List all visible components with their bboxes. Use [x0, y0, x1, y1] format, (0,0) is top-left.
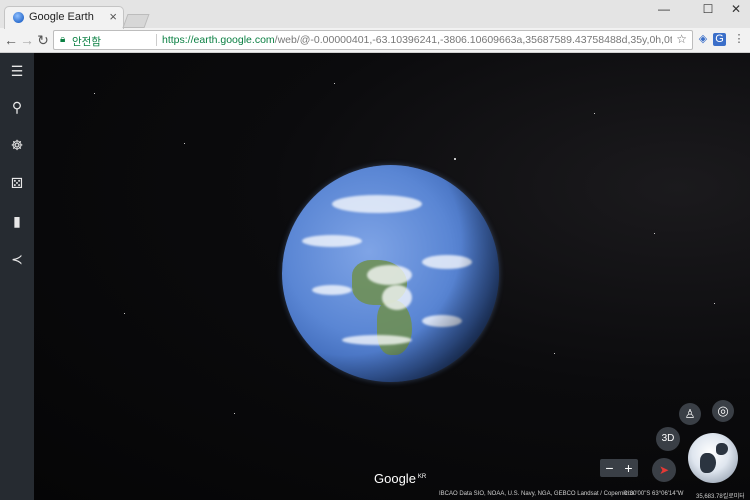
voyager-icon[interactable]: ☸: [4, 132, 30, 158]
star: [234, 413, 235, 414]
tab-close-icon[interactable]: ×: [109, 9, 117, 24]
star: [654, 233, 655, 234]
google-logo-text: Google: [374, 471, 416, 486]
projects-bookmark-icon[interactable]: ▮: [4, 208, 30, 234]
google-logo: Google KR: [374, 471, 426, 486]
reload-icon[interactable]: ↻: [34, 31, 52, 49]
pegman-icon[interactable]: ♙: [679, 403, 701, 425]
tab-title: Google Earth: [29, 11, 94, 23]
star: [334, 83, 335, 84]
tab-google-earth[interactable]: Google Earth ×: [4, 6, 124, 29]
minimap-globe[interactable]: [688, 433, 738, 483]
star: [94, 93, 95, 94]
star: [124, 313, 125, 314]
attribution-text[interactable]: IBCAO Data SIO, NOAA, U.S. Navy, NGA, GE…: [439, 491, 634, 497]
my-location-icon[interactable]: ◎: [712, 400, 734, 422]
toolbar: ← → ↻ 🔒︎ 안전함 https://earth.google.com/we…: [0, 28, 750, 52]
star: [714, 303, 715, 304]
minimize-button[interactable]: —: [650, 2, 678, 16]
star: [594, 113, 595, 114]
browser-chrome: Google Earth × — ☐ ✕ ← → ↻ 🔒︎ 안전함 https:…: [0, 0, 750, 53]
coordinates-readout: 0°00'00"S 63°06'14"W: [624, 491, 684, 497]
omnibox-divider: [156, 34, 157, 46]
url-text[interactable]: https://earth.google.com/web/@-0.0000040…: [162, 34, 672, 46]
url-path: /web/@-0.00000401,-63.10396241,-3806.106…: [274, 34, 672, 46]
zoom-out-button[interactable]: −: [600, 459, 619, 477]
earth-favicon-icon: [13, 12, 24, 23]
star: [184, 143, 185, 144]
minimap-land: [700, 453, 716, 473]
search-icon[interactable]: ⚲: [4, 94, 30, 120]
zoom-control: − +: [600, 459, 638, 477]
maximize-button[interactable]: ☐: [694, 2, 722, 16]
share-icon[interactable]: ≺: [4, 246, 30, 272]
earth-sidebar: ☰ ⚲ ☸ ⚄ ▮ ≺: [0, 53, 34, 500]
globe-night-shade: [282, 165, 499, 382]
star: [554, 353, 555, 354]
feeling-lucky-dice-icon[interactable]: ⚄: [4, 170, 30, 196]
translate-extension-icon[interactable]: G: [713, 33, 726, 46]
earth-globe[interactable]: [282, 165, 499, 382]
address-bar[interactable]: 🔒︎ 안전함 https://earth.google.com/web/@-0.…: [53, 30, 693, 50]
star: [454, 158, 456, 160]
minimap-land: [716, 443, 728, 455]
tab-strip: Google Earth × — ☐ ✕: [0, 0, 750, 29]
view-3d-button[interactable]: 3D: [656, 427, 680, 451]
bookmark-star-icon[interactable]: ☆: [676, 32, 687, 46]
altitude-readout: 35,683.78킬로미터: [696, 494, 745, 500]
lock-icon: 🔒︎: [60, 34, 66, 45]
secure-label: 안전함: [72, 36, 101, 48]
menu-kebab-icon[interactable]: ⋮: [731, 31, 747, 47]
earth-viewport[interactable]: ♙ ◎ 3D − + ➤ Google KR IBCAO Data SIO, NO…: [34, 53, 750, 500]
menu-icon[interactable]: ☰: [4, 58, 30, 84]
new-tab-button[interactable]: [122, 14, 150, 28]
compass-icon[interactable]: ➤: [652, 458, 676, 482]
close-window-button[interactable]: ✕: [722, 2, 750, 16]
region-badge: KR: [417, 473, 427, 480]
url-host: https://earth.google.com: [162, 34, 275, 46]
extension-icon[interactable]: ◈: [695, 31, 711, 47]
zoom-in-button[interactable]: +: [619, 459, 638, 477]
